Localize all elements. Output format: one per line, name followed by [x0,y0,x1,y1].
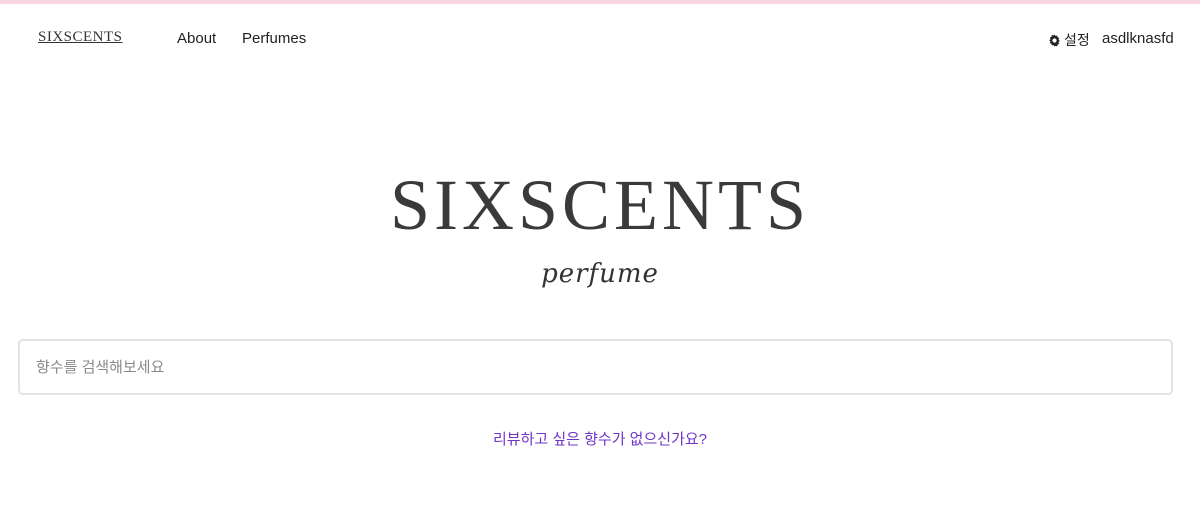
nav-link-perfumes[interactable]: Perfumes [242,30,306,47]
request-perfume-link[interactable]: 리뷰하고 싶은 향수가 없으신가요? [493,431,707,448]
settings-button[interactable]: 설정 [1048,30,1090,50]
search-input[interactable] [18,339,1173,395]
hero-subtitle: perfume [541,259,659,289]
top-nav: SIXSCENTS About Perfumes 설정 asdlknasfd [0,4,1200,80]
hero-title: SIXSCENTS [389,165,811,245]
settings-label: 설정 [1064,32,1090,48]
gear-icon [1049,33,1060,47]
request-perfume-link-container: 리뷰하고 싶은 향수가 없으신가요? [0,428,1200,449]
page: SIXSCENTS About Perfumes 설정 asdlknasfd S… [0,0,1200,529]
brand-logo-link[interactable]: SIXSCENTS [38,29,123,46]
user-profile-link[interactable]: asdlknasfd [1102,30,1174,47]
nav-link-about[interactable]: About [177,30,216,47]
